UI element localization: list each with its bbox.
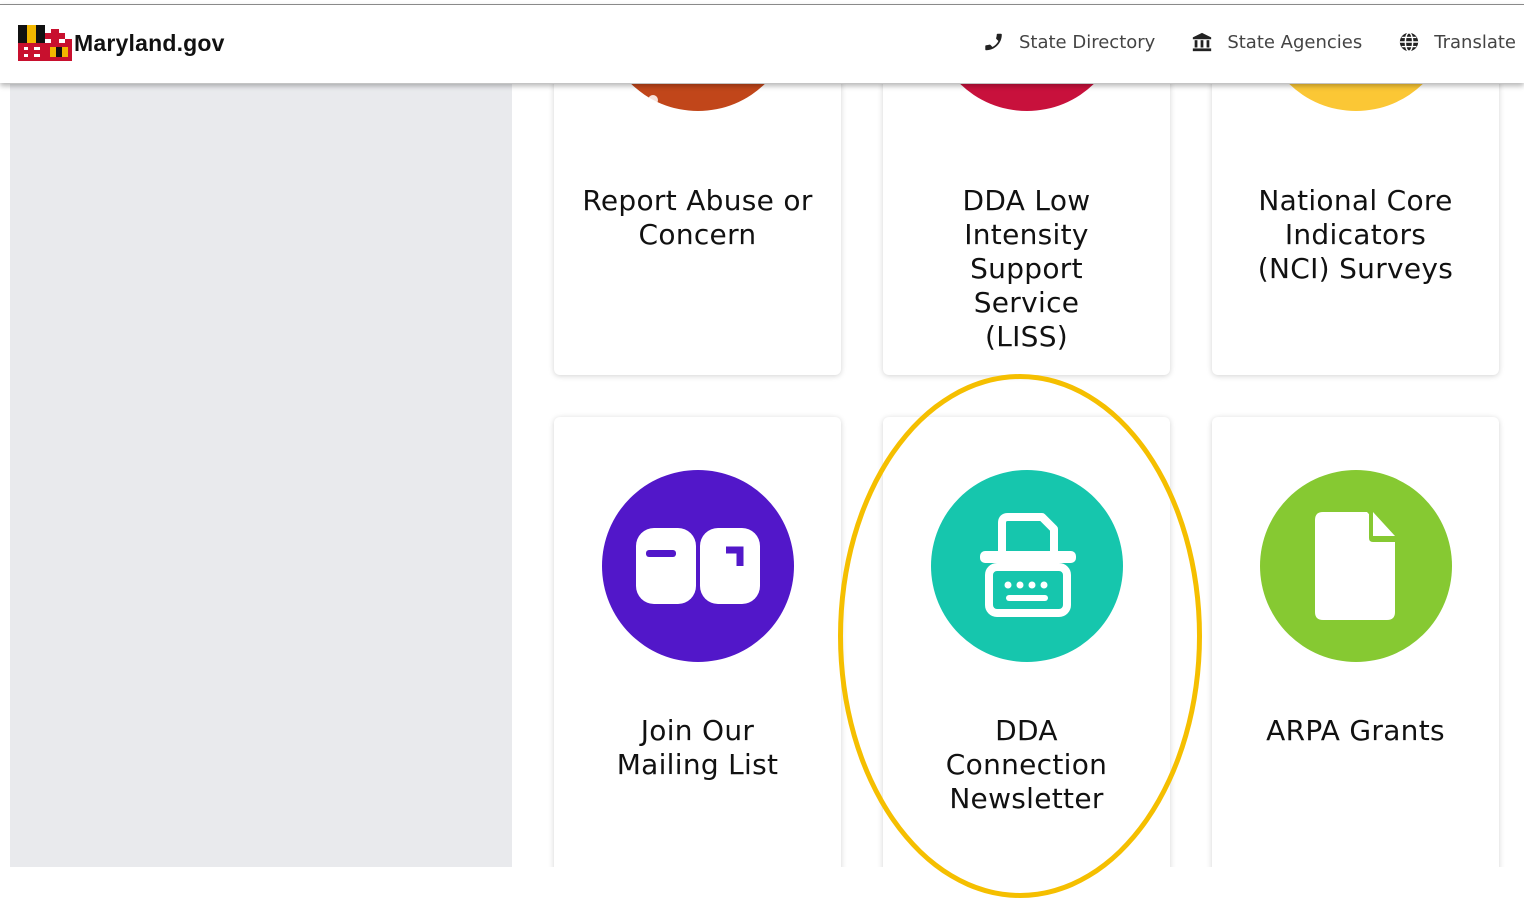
card-arpa-grants[interactable]: ARPA Grants [1212,417,1499,867]
nav-state-agencies-label: State Agencies [1227,31,1363,53]
card-mailing-list[interactable]: Join Our Mailing List [554,417,841,867]
card-label-arpa-grants: ARPA Grants [1266,714,1445,747]
building-icon [1193,32,1212,52]
utility-nav: State Directory State Agencies Translate [947,31,1516,53]
main-content: Report Abuse or Concern DDA Low Intensit… [10,84,1524,867]
globe-icon [1400,32,1419,52]
nav-translate-label: Translate [1434,31,1516,53]
nav-translate[interactable]: Translate [1398,31,1516,53]
sidebar-panel [10,84,512,867]
nav-state-directory[interactable]: State Directory [983,31,1155,53]
nav-state-directory-label: State Directory [1018,31,1156,53]
nav-state-agencies[interactable]: State Agencies [1191,31,1362,53]
arpa-circle [1260,470,1452,662]
maryland-flag-icon [18,25,72,61]
typewriter-icon [980,513,1076,617]
card-nci-surveys[interactable]: National Core Indicators (NCI) Surveys [1212,84,1499,375]
document-icon [1315,508,1401,620]
card-label-dda-newsletter: DDA Connection Newsletter [945,714,1108,815]
card-label-report-abuse: Report Abuse or Concern [582,184,813,251]
card-dda-newsletter[interactable]: DDA Connection Newsletter [883,417,1170,867]
phone-icon [985,33,1002,51]
card-label-nci-surveys: National Core Indicators (NCI) Surveys [1257,184,1454,285]
report-abuse-circle-icon [602,84,794,111]
nci-circle-icon [1260,84,1452,111]
brand-name: Maryland.gov [74,29,225,56]
mailing-circle [602,470,794,662]
card-label-mailing-list: Join Our Mailing List [616,714,779,781]
card-dda-liss[interactable]: DDA Low Intensity Support Service (LISS) [883,84,1170,375]
liss-circle-icon [931,84,1123,111]
card-label-dda-liss: DDA Low Intensity Support Service (LISS) [962,184,1091,353]
site-header: Maryland.gov State Directory State Agenc… [0,4,1524,83]
card-report-abuse[interactable]: Report Abuse or Concern [554,84,841,375]
newsletter-circle [931,470,1123,662]
maryland-logo-link[interactable]: Maryland.gov [18,25,225,61]
mailbox-icon [636,528,760,604]
